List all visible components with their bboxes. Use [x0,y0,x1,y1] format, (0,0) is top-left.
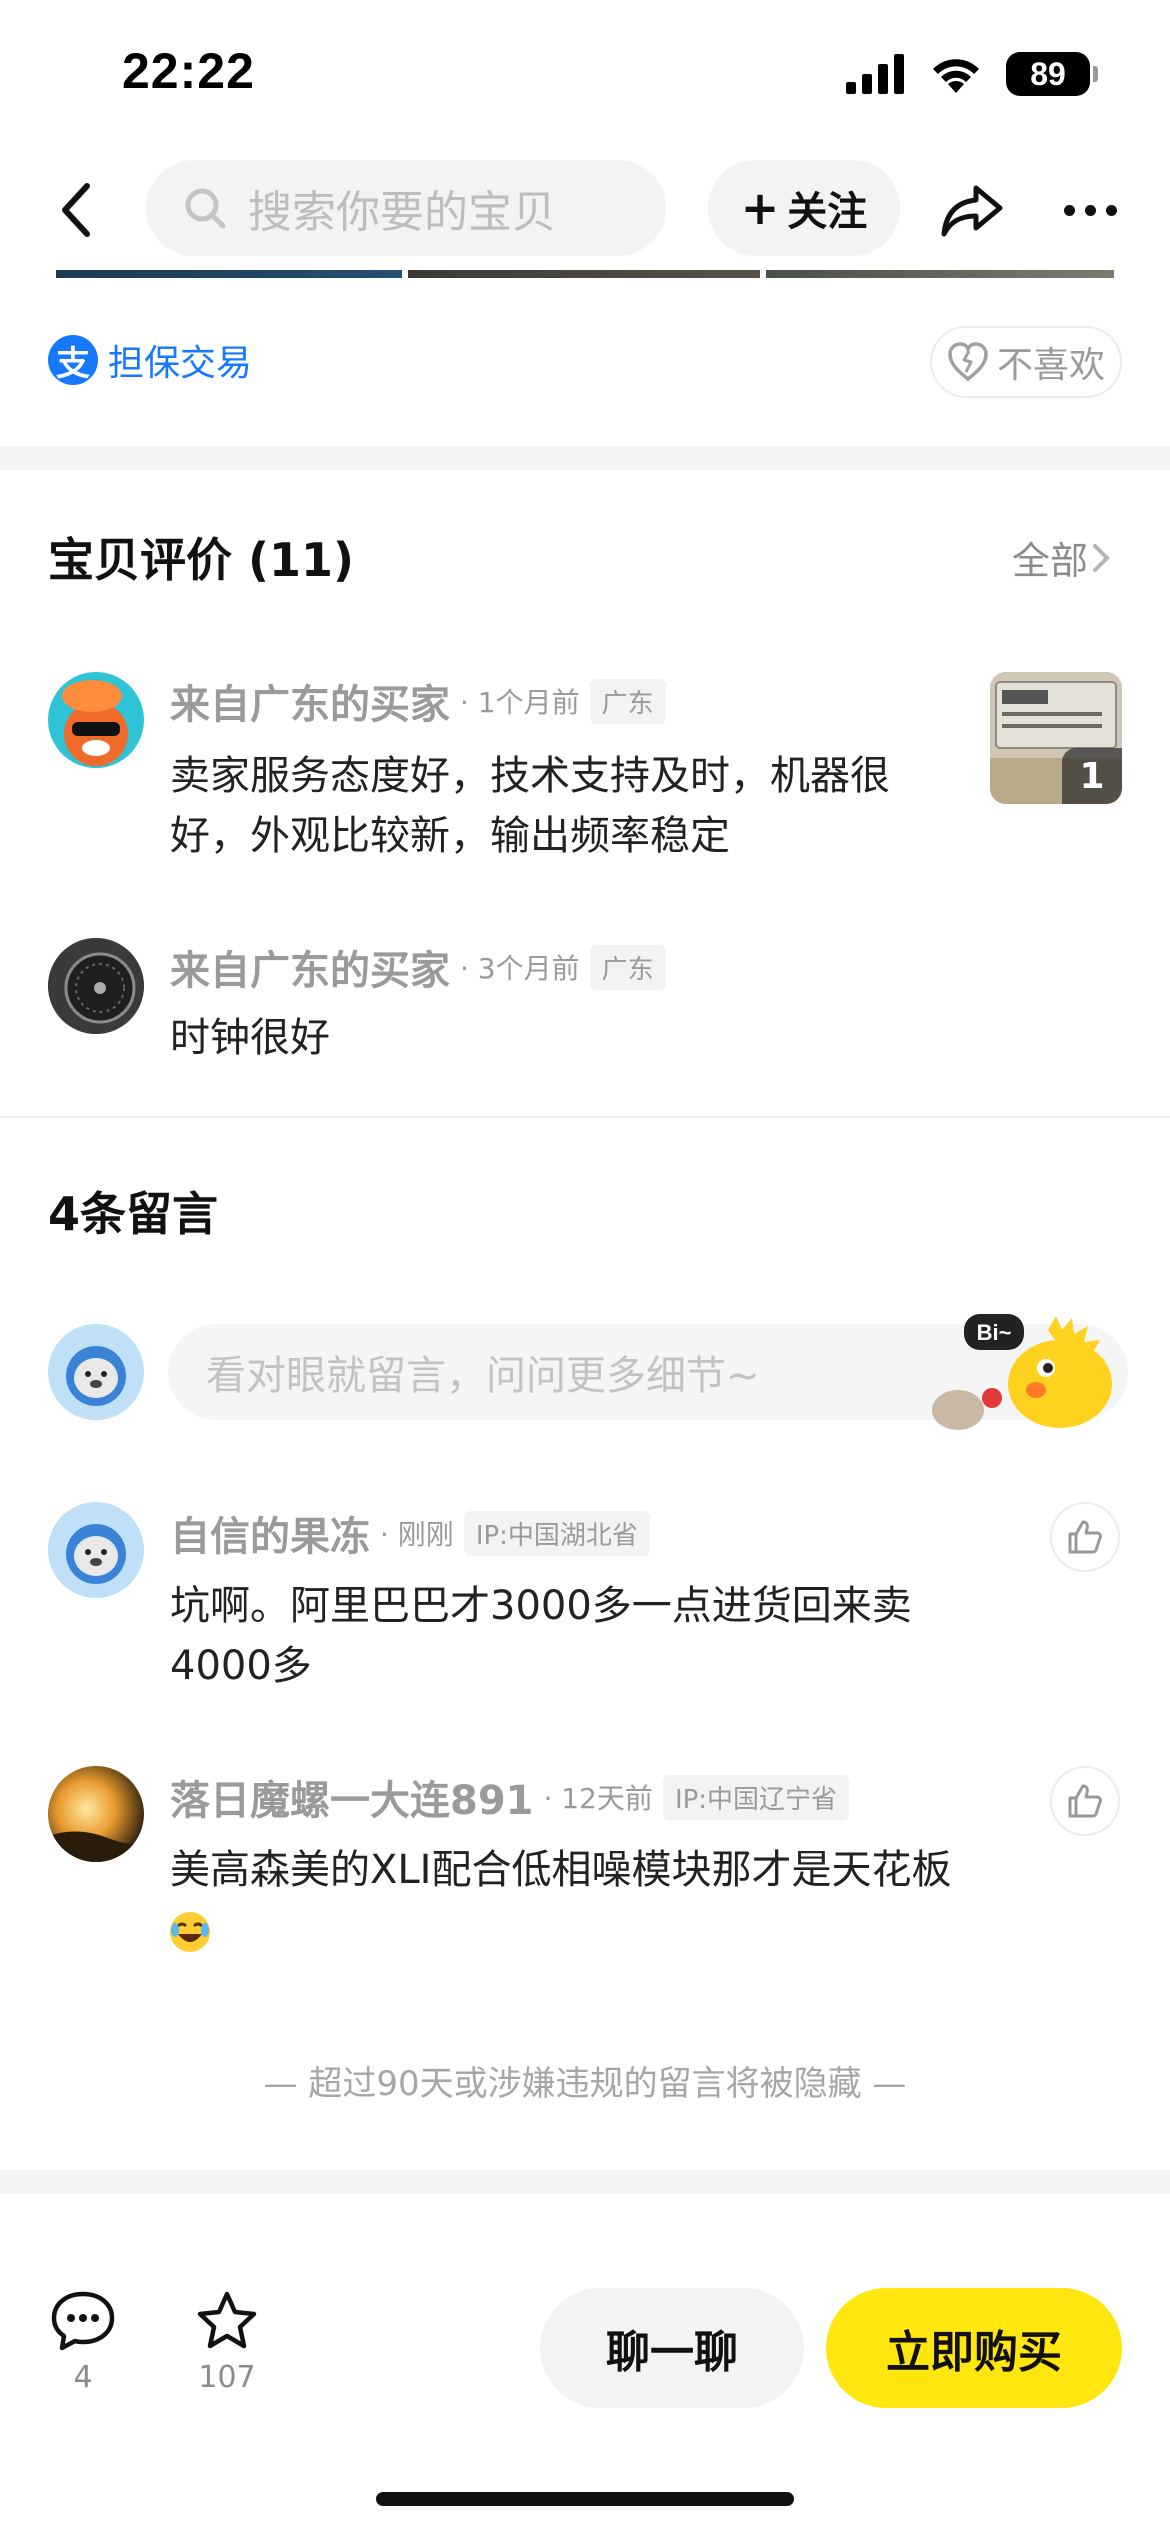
photo-count-badge: 1 [1062,748,1122,804]
clock-avatar-icon [48,938,144,1034]
sunset-avatar-icon [48,1766,144,1862]
dislike-button[interactable]: 不喜欢 [930,326,1122,398]
search-input[interactable]: 搜索你要的宝贝 [146,160,666,256]
comment-meta: 自信的果冻 · 刚刚 IP:中国湖北省 [170,1504,650,1562]
like-button[interactable] [1050,1502,1120,1572]
gallery-image-edge [408,270,760,278]
reviewer-name: 来自广东的买家 [170,682,450,728]
more-dot-icon [1105,204,1117,216]
comments-title: 4条留言 [48,1187,219,1241]
dislike-label: 不喜欢 [996,345,1105,386]
review-meta: 来自广东的买家 · 1个月前 广东 [170,672,666,730]
comment-meta: 落日魔螺一大连891 · 12天前 IP:中国辽宁省 [170,1768,850,1826]
search-icon [185,188,226,229]
reviews-title: 宝贝评价 (11) [48,533,355,587]
favorite-button[interactable]: 107 [194,2290,260,2395]
comment-placeholder: 看对眼就留言，问问更多细节~ [206,1353,760,1399]
follow-button[interactable]: + 关注 [708,160,900,256]
review-text-line: 好，外观比较新，输出频率稳定 [170,813,730,859]
reviewer-name: 来自广东的买家 [170,948,450,994]
comment-text-line: 美高森美的XLI配合低相噪模块那才是天花板 [170,1847,952,1893]
location-tag: 广东 [589,944,666,990]
comment-time: · 12天前 [543,1782,653,1815]
alipay-icon: 支 [48,335,98,385]
review-text-line: 时钟很好 [170,1015,330,1061]
bottom-action-bar: 4 107 聊一聊 立即购买 [0,2250,1170,2532]
more-dot-icon [1084,204,1096,216]
section-divider [0,1116,1170,1118]
favorite-count: 107 [198,2360,256,2395]
avatar[interactable] [48,938,144,1034]
gallery-image-edge [766,270,1114,278]
star-icon [197,2291,257,2349]
review-time: · 3个月前 [460,952,580,985]
section-separator [0,446,1170,470]
broken-heart-icon [948,342,988,382]
commenter-name: 自信的果冻 [170,1514,370,1560]
status-icons: 89 [846,52,1098,96]
commenter-name: 落日魔螺一大连891 [170,1778,534,1824]
gallery-image-edge [56,270,402,278]
comment-time: · 刚刚 [380,1518,454,1551]
review-time: · 1个月前 [460,686,580,719]
avatar[interactable] [48,672,144,768]
reviews-all-link[interactable]: 全部 [1012,530,1112,585]
reviews-all-label: 全部 [1012,539,1089,583]
buyer-avatar-icon [62,680,128,766]
ip-location-tag: IP:中国湖北省 [463,1510,650,1556]
avatar[interactable] [48,1502,144,1598]
search-placeholder: 搜索你要的宝贝 [248,187,556,238]
follow-label: 关注 [787,189,868,235]
review-meta: 来自广东的买家 · 3个月前 广东 [170,938,666,996]
fish-mascot-icon: Bi~ [932,1314,1112,1430]
review-text-line: 卖家服务态度好，技术支持及时，机器很 [170,753,890,799]
chat-button[interactable]: 聊一聊 [540,2288,804,2408]
ip-location-tag: IP:中国辽宁省 [662,1774,850,1820]
comments-hidden-note: — 超过90天或涉嫌违规的留言将被隐藏 — [263,2064,907,2104]
chevron-left-icon [62,183,90,237]
chat-bubble-icon [51,2291,115,2351]
seal-avatar-icon [48,1324,144,1420]
escrow-trade-badge[interactable]: 支 担保交易 [48,334,252,386]
battery-indicator: 89 [1006,52,1098,96]
cellular-signal-icon [846,54,904,94]
home-indicator [376,2492,794,2506]
plus-icon: + [740,181,780,235]
comment-count: 4 [73,2360,93,2395]
section-separator [0,2170,1170,2194]
thumbs-up-icon [1068,1784,1102,1818]
avatar [48,1324,144,1420]
laughing-emoji-icon [168,1910,212,1958]
comment-text-line: 坑啊。阿里巴巴才3000多一点进货回来卖 [170,1583,912,1629]
review-photo[interactable]: 1 [990,672,1122,804]
more-dot-icon [1063,204,1075,216]
wifi-icon [933,59,979,93]
escrow-trade-label: 担保交易 [108,343,253,384]
avatar[interactable] [48,1766,144,1862]
more-options-button[interactable] [1050,180,1130,240]
like-button[interactable] [1050,1766,1120,1836]
comment-text-line: 4000多 [170,1643,312,1689]
seal-avatar-icon [48,1502,144,1598]
buy-now-button[interactable]: 立即购买 [826,2288,1122,2408]
location-tag: 广东 [589,678,666,724]
thumbs-up-icon [1068,1520,1102,1554]
mascot-bubble-text: Bi~ [977,1320,1012,1345]
chevron-right-icon [1093,543,1110,572]
comment-count-button[interactable]: 4 [50,2290,116,2395]
share-button[interactable] [932,170,1012,250]
back-button[interactable] [40,170,110,250]
share-icon [941,185,1003,237]
status-time: 22:22 [122,43,255,99]
mascot-sticker: Bi~ [928,1310,1140,1434]
